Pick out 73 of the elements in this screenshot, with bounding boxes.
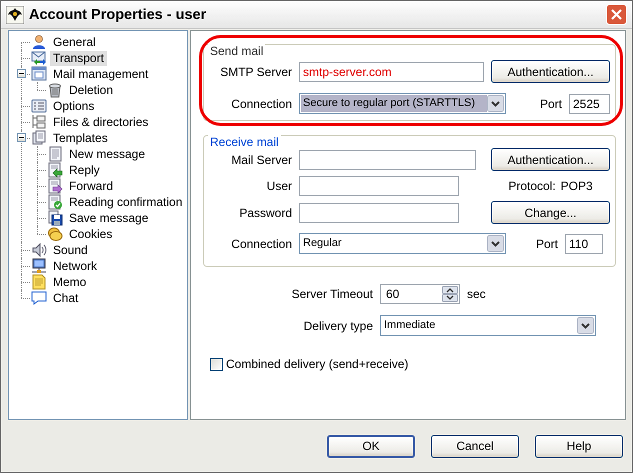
tree-item-icon <box>47 194 63 210</box>
connection-dropdown[interactable]: Secure to regular port (STARTTLS) <box>299 93 506 114</box>
tree-item[interactable]: Deletion <box>66 82 116 98</box>
collapse-toggle[interactable] <box>17 133 26 142</box>
tree-item[interactable]: Templates <box>50 130 111 146</box>
tree-item[interactable]: Chat <box>50 290 82 306</box>
tree-item[interactable]: Reading confirmation <box>66 194 186 210</box>
tree-item[interactable]: Network <box>50 258 100 274</box>
field-label: Connection <box>230 236 292 250</box>
password-field[interactable] <box>299 202 459 222</box>
mail-server-field[interactable] <box>299 150 476 170</box>
tree-item[interactable]: Files & directories <box>50 114 152 130</box>
tree-item[interactable]: Save message <box>66 210 152 226</box>
tree-item-icon <box>31 290 47 306</box>
tree-item-icon <box>31 66 47 82</box>
checkbox-label: Combined delivery (send+receive) <box>226 357 408 371</box>
app-icon <box>6 6 24 24</box>
tree-item[interactable]: Memo <box>50 274 90 290</box>
tree-item-icon <box>31 258 47 274</box>
user-field[interactable] <box>299 176 459 196</box>
field-label: User <box>266 179 292 193</box>
field-label: Connection <box>230 96 292 110</box>
tree-item-icon <box>47 226 63 242</box>
field-label: Password <box>238 206 292 220</box>
field-label: SMTP Server <box>219 64 292 78</box>
tree-item-icon <box>31 242 47 258</box>
smtp-server-field[interactable]: smtp-server.com <box>299 62 484 82</box>
port-field[interactable]: 110 <box>565 234 603 254</box>
group-title: Send mail <box>208 44 266 58</box>
change-button[interactable]: Change... <box>491 201 610 224</box>
port-field[interactable]: 2525 <box>569 94 610 114</box>
tree-item[interactable]: Cookies <box>66 226 116 242</box>
spinner-arrows-icon <box>442 286 458 302</box>
authentication-button[interactable]: Authentication... <box>491 148 610 171</box>
tree-item-icon <box>47 178 63 194</box>
authentication-button[interactable]: Authentication... <box>491 60 610 83</box>
field-label: Delivery type <box>302 318 373 332</box>
field-label: Mail Server <box>230 152 292 166</box>
tree-item-icon <box>31 34 47 50</box>
group-title: Receive mail <box>208 135 281 149</box>
dialog-button[interactable]: OK <box>327 434 415 458</box>
field-label: Server Timeout <box>290 287 373 301</box>
tree-item-icon <box>31 274 47 290</box>
tree-item-icon <box>47 82 63 98</box>
tree-item[interactable]: New message <box>66 146 148 162</box>
unit-label: sec <box>467 287 486 301</box>
tree-item[interactable]: Sound <box>50 242 91 258</box>
tree-item-icon <box>31 130 47 146</box>
tree-item[interactable]: Forward <box>66 178 116 194</box>
tree-item[interactable]: Mail management <box>50 66 152 82</box>
tree-item-icon <box>31 98 47 114</box>
tree-item[interactable]: General <box>50 34 99 50</box>
tree-item[interactable]: Reply <box>66 162 103 178</box>
checkbox[interactable] <box>210 358 223 370</box>
tree-item-icon <box>47 146 63 162</box>
protocol-label: Protocol: <box>508 179 556 193</box>
tree-item-icon <box>31 114 47 130</box>
field-label: Port <box>536 236 558 250</box>
dialog-button[interactable]: Cancel <box>431 434 519 458</box>
delivery-type-dropdown[interactable]: Immediate <box>380 315 596 336</box>
protocol-value: POP3 <box>560 179 593 193</box>
connection-dropdown[interactable]: Regular <box>299 233 506 254</box>
tree-item-icon <box>31 50 47 66</box>
collapse-toggle[interactable] <box>17 69 26 78</box>
field-label: Port <box>540 96 562 110</box>
close-icon[interactable] <box>606 4 627 25</box>
window-title: Account Properties - user <box>29 6 206 22</box>
tree-item[interactable]: Transport <box>50 50 107 66</box>
tree-item-icon <box>47 210 63 226</box>
timeout-spinner[interactable]: 60 <box>380 284 460 304</box>
tree-item-icon <box>47 162 63 178</box>
dialog-button[interactable]: Help <box>535 434 623 458</box>
tree-item[interactable]: Options <box>50 98 98 114</box>
